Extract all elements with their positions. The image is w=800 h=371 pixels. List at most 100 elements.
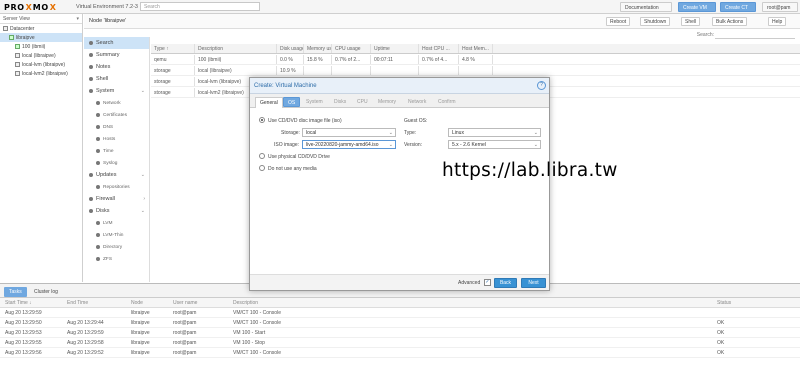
tree-item-vm[interactable]: 100 (ibmii) <box>0 42 82 51</box>
tree-item-storage-lvm[interactable]: local-lvm (libraipve) <box>0 60 82 69</box>
nav-label: LVM <box>103 220 113 226</box>
refresh-icon <box>89 173 93 177</box>
os-type-select[interactable]: Linux ⌄ <box>448 128 541 137</box>
column-header[interactable]: Type ↑ <box>151 44 195 53</box>
nav-hosts[interactable]: Hosts <box>84 133 149 145</box>
tab-general[interactable]: General <box>255 97 283 108</box>
nav-dns[interactable]: DNS <box>84 121 149 133</box>
next-button[interactable]: Next <box>521 278 546 288</box>
nav-repositories[interactable]: Repositories <box>84 181 149 193</box>
tree-item-storage-local[interactable]: local (libraipve) <box>0 51 82 60</box>
no-media-radio[interactable] <box>259 165 265 171</box>
cell: root@pam <box>173 330 197 336</box>
tree-item-node[interactable]: libraipve <box>0 33 82 42</box>
column-header[interactable]: Disk usage ... <box>277 44 304 53</box>
reboot-button[interactable]: Reboot <box>606 17 631 26</box>
chevron-down-icon: ⌄ <box>140 172 145 178</box>
tab-confirm[interactable]: Confirm <box>434 97 460 108</box>
notes-icon <box>89 65 93 69</box>
nav-disks[interactable]: Disks ⌄ <box>84 205 149 217</box>
column-header[interactable]: Host CPU ... <box>419 44 459 53</box>
nav-firewall[interactable]: Firewall › <box>84 193 149 205</box>
create-ct-button[interactable]: Create CT <box>720 2 756 12</box>
bulk-actions-button[interactable]: Bulk Actions <box>712 17 748 26</box>
nav-shell[interactable]: Shell <box>84 73 149 85</box>
table-row[interactable]: Aug 20 13:29:56 Aug 20 13:29:52 libraipve r… <box>0 348 800 358</box>
disk-icon <box>96 257 100 261</box>
cell: storage <box>151 88 195 97</box>
nav-label: Hosts <box>103 136 116 142</box>
cell: VM/CT 100 - Console <box>233 350 281 356</box>
tab-network[interactable]: Network <box>404 97 430 108</box>
help-icon[interactable]: ? <box>537 81 546 90</box>
column-header[interactable]: User name <box>168 298 228 307</box>
iso-image-value: live-20220820-jammy-amd64.iso <box>306 142 379 148</box>
cell: libraipve <box>131 310 150 316</box>
nav-search[interactable]: Search <box>84 37 149 49</box>
nav-label: Shell <box>96 76 109 82</box>
nav-summary[interactable]: Summary <box>84 49 149 61</box>
watermark-url: https://lab.libra.tw <box>442 160 618 181</box>
help-button[interactable]: Help <box>768 17 787 26</box>
advanced-checkbox[interactable]: ✓ <box>484 279 491 286</box>
tree-item-storage-lvm2[interactable]: local-lvm2 (libraipve) <box>0 69 82 78</box>
column-header[interactable]: Description <box>195 44 277 53</box>
table-row[interactable]: Aug 20 13:29:53 Aug 20 13:29:59 libraipve r… <box>0 328 800 338</box>
nav-certificates[interactable]: Certificates <box>84 109 149 121</box>
column-header[interactable]: Status <box>712 298 800 307</box>
view-selector[interactable]: Server View ▾ <box>0 14 82 24</box>
tab-memory[interactable]: Memory <box>374 97 400 108</box>
os-version-select[interactable]: 5.x - 2.6 Kernel ⌄ <box>448 140 541 149</box>
column-header[interactable]: Host Mem... <box>459 44 493 53</box>
column-header[interactable]: Start Time ↓ <box>0 298 62 307</box>
create-vm-dialog: Create: Virtual Machine ? General OS Sys… <box>249 77 550 291</box>
nav-notes[interactable]: Notes <box>84 61 149 73</box>
chevron-down-icon: ⌄ <box>533 142 538 148</box>
table-row[interactable]: Aug 20 13:29:59 libraipve root@pam VM/CT 10… <box>0 308 800 318</box>
version-label: Version: <box>404 142 423 148</box>
physical-drive-radio[interactable] <box>259 153 265 159</box>
storage-select[interactable]: local ⌄ <box>302 128 396 137</box>
table-row[interactable]: storage local (libraipve) 10.9 % <box>151 66 800 76</box>
user-menu-button[interactable]: root@pam <box>762 2 798 12</box>
nav-time[interactable]: Time <box>84 145 149 157</box>
grid-search-input[interactable] <box>715 30 795 39</box>
global-search-input[interactable]: Search <box>140 2 260 11</box>
tab-os[interactable]: OS <box>283 97 301 107</box>
back-button[interactable]: Back <box>494 278 517 288</box>
column-header[interactable]: Description <box>228 298 712 307</box>
cell: 0.7% of 2... <box>332 55 371 64</box>
nav-lvm-thin[interactable]: LVM-Thin <box>84 229 149 241</box>
column-header[interactable]: Uptime <box>371 44 419 53</box>
documentation-button[interactable]: Documentation <box>620 2 672 12</box>
tab-disks[interactable]: Disks <box>330 97 350 108</box>
use-iso-radio[interactable] <box>259 117 265 123</box>
table-row[interactable]: qemu 100 (ibmii) 0.0 % 15.8 % 0.7% of 2... 00… <box>151 55 800 65</box>
nav-network[interactable]: Network <box>84 97 149 109</box>
nav-system[interactable]: System ⌄ <box>84 85 149 97</box>
view-selector-label: Server View <box>3 16 30 22</box>
iso-image-select[interactable]: live-20220820-jammy-amd64.iso ⌄ <box>302 140 396 149</box>
column-header[interactable]: End Time <box>62 298 126 307</box>
nav-lvm[interactable]: LVM <box>84 217 149 229</box>
tab-cluster-log[interactable]: Cluster log <box>29 287 63 297</box>
tab-tasks[interactable]: Tasks <box>4 287 27 297</box>
nav-directory[interactable]: Directory <box>84 241 149 253</box>
tab-cpu[interactable]: CPU <box>353 97 372 108</box>
table-row[interactable]: Aug 20 13:29:55 Aug 20 13:29:58 libraipve r… <box>0 338 800 348</box>
nav-updates[interactable]: Updates ⌄ <box>84 169 149 181</box>
nav-zfs[interactable]: ZFS <box>84 253 149 265</box>
cell <box>459 66 493 75</box>
shutdown-button[interactable]: Shutdown <box>640 17 671 26</box>
column-header[interactable]: CPU usage <box>332 44 371 53</box>
create-vm-button[interactable]: Create VM <box>678 2 716 12</box>
shell-button[interactable]: Shell <box>681 17 701 26</box>
tree-item-datacenter[interactable]: Datacenter <box>0 24 82 33</box>
tree-item-label: local-lvm2 (libraipve) <box>22 70 68 77</box>
nav-syslog[interactable]: Syslog <box>84 157 149 169</box>
tab-system[interactable]: System <box>302 97 327 108</box>
column-header[interactable]: Node <box>126 298 168 307</box>
table-row[interactable]: Aug 20 13:29:50 Aug 20 13:29:44 libraipve r… <box>0 318 800 328</box>
column-header[interactable]: Memory us... <box>304 44 332 53</box>
terminal-icon <box>89 77 93 81</box>
